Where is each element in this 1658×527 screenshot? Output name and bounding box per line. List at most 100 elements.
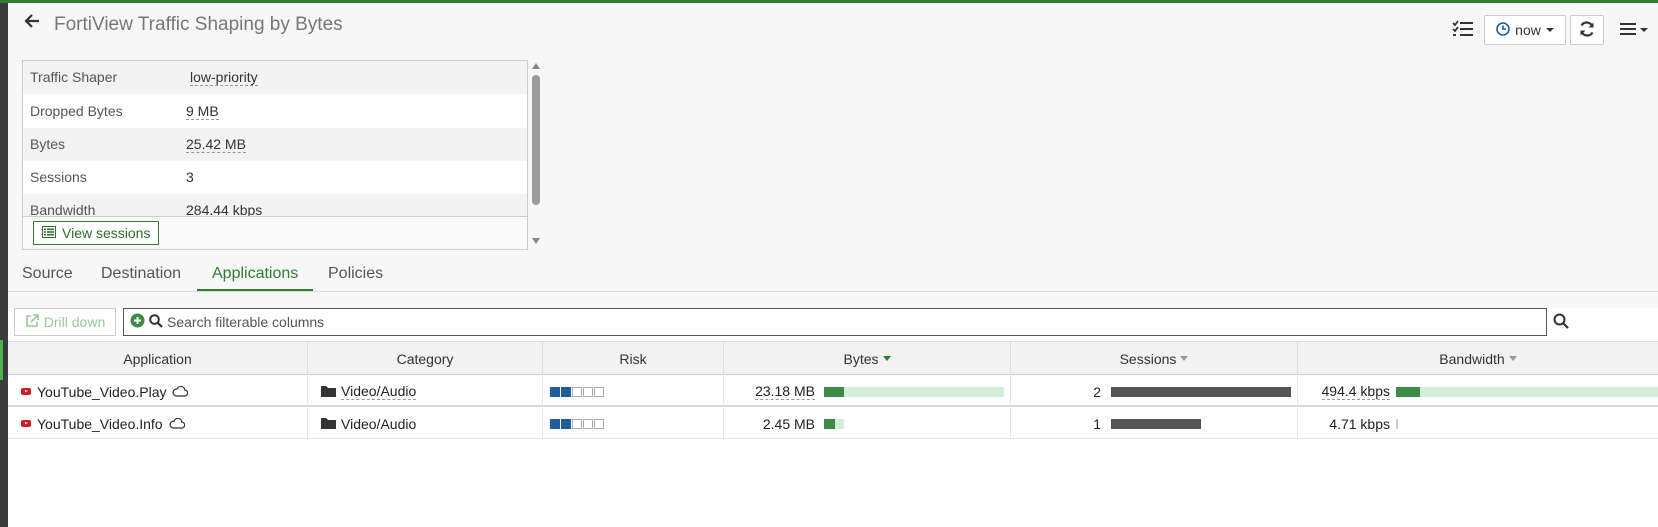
application-name: YouTube_Video.Info xyxy=(37,415,163,432)
checklist-icon xyxy=(1452,19,1474,41)
column-header-bandwidth[interactable]: Bandwidth xyxy=(1298,342,1658,375)
left-edge-panel xyxy=(0,3,8,527)
view-sessions-button[interactable]: View sessions xyxy=(33,221,160,245)
hamburger-icon xyxy=(1620,22,1636,39)
active-tab-indicator xyxy=(197,289,313,291)
search-input[interactable] xyxy=(167,314,1467,330)
sessions-bar xyxy=(1111,418,1201,429)
risk-level-box xyxy=(572,418,582,429)
summary-label: Traffic Shaper xyxy=(30,69,118,85)
cloud-icon xyxy=(172,384,189,400)
sort-icon xyxy=(1180,356,1189,361)
summary-scrollbar[interactable] xyxy=(530,63,542,247)
sort-icon xyxy=(1508,356,1517,361)
summary-row-bytes: Bytes 25.42 MB xyxy=(23,128,527,161)
external-link-icon xyxy=(25,313,39,331)
list-icon xyxy=(42,225,56,241)
page-header: FortiView Traffic Shaping by Bytes now xyxy=(8,3,1658,47)
cell-risk xyxy=(543,408,724,439)
column-header-bytes[interactable]: Bytes xyxy=(724,342,1011,375)
cell-bytes: 23.18 MB xyxy=(724,376,1011,407)
category-name: Video/Audio xyxy=(341,415,417,432)
search-submit-icon[interactable] xyxy=(1553,313,1569,332)
category-name: Video/Audio xyxy=(341,382,417,400)
bandwidth-bar xyxy=(1396,386,1658,397)
cell-bandwidth: 494.4 kbps xyxy=(1298,376,1658,407)
cell-category: Video/Audio xyxy=(308,376,543,407)
scroll-down-icon[interactable] xyxy=(532,238,540,244)
application-name: YouTube_Video.Play xyxy=(37,383,167,400)
risk-level-box xyxy=(550,418,560,429)
table-header: Application Category Risk Bytes Sessions… xyxy=(8,341,1658,375)
risk-level-box xyxy=(561,386,571,397)
cell-bytes: 2.45 MB xyxy=(724,408,1011,439)
youtube-icon xyxy=(21,388,31,395)
fortiview-page: FortiView Traffic Shaping by Bytes now T… xyxy=(8,3,1658,527)
options-menu-button[interactable] xyxy=(1614,15,1654,45)
summary-panel: Traffic Shaper low-priority Dropped Byte… xyxy=(22,60,528,250)
bytes-bar-fill xyxy=(824,386,844,397)
table-toolbar: Drill down xyxy=(8,306,1658,340)
drill-down-button[interactable]: Drill down xyxy=(14,308,116,336)
tab-policies[interactable]: Policies xyxy=(328,265,383,283)
summary-row-dropped-bytes: Dropped Bytes 9 MB xyxy=(23,95,527,128)
column-header-application[interactable]: Application xyxy=(8,342,308,375)
bandwidth-value: 494.4 kbps xyxy=(1321,382,1390,400)
refresh-button[interactable] xyxy=(1570,15,1604,45)
risk-level-box xyxy=(594,418,604,429)
page-title: FortiView Traffic Shaping by Bytes xyxy=(54,14,343,35)
bytes-bar-fill xyxy=(824,418,835,429)
summary-label: Sessions xyxy=(30,169,87,185)
table-row[interactable]: YouTube_Video.Play Video/Audio 23.18 MB xyxy=(8,376,1658,407)
cell-bandwidth: 4.71 kbps xyxy=(1298,408,1658,439)
bandwidth-value: 4.71 kbps xyxy=(1329,415,1390,432)
left-edge-marker xyxy=(0,340,3,380)
column-header-category[interactable]: Category xyxy=(308,342,543,375)
search-box[interactable] xyxy=(123,308,1547,336)
clock-icon xyxy=(1496,21,1510,39)
column-header-risk[interactable]: Risk xyxy=(543,342,724,375)
tab-bar: Source Destination Applications Policies xyxy=(8,258,1658,292)
column-header-label: Sessions xyxy=(1119,350,1177,367)
summary-value-link[interactable]: low-priority xyxy=(190,70,258,86)
back-arrow-icon[interactable] xyxy=(24,12,40,34)
chevron-down-icon xyxy=(1545,28,1554,32)
tab-destination[interactable]: Destination xyxy=(101,265,181,283)
cell-application: YouTube_Video.Play xyxy=(8,376,308,407)
view-sessions-label: View sessions xyxy=(62,225,151,241)
scroll-up-icon[interactable] xyxy=(532,63,540,69)
risk-level-box xyxy=(561,418,571,429)
risk-level-box xyxy=(583,418,593,429)
time-selector-label: now xyxy=(1515,22,1541,38)
risk-level-box xyxy=(583,386,593,397)
column-header-label: Application xyxy=(123,350,192,367)
sessions-value: 1 xyxy=(1093,415,1101,432)
cell-sessions: 2 xyxy=(1011,376,1298,407)
tab-source[interactable]: Source xyxy=(22,265,73,283)
table-row[interactable]: YouTube_Video.Info Video/Audio 2.45 MB 1… xyxy=(8,408,1658,439)
column-header-sessions[interactable]: Sessions xyxy=(1011,342,1298,375)
youtube-icon xyxy=(21,420,31,427)
cell-sessions: 1 xyxy=(1011,408,1298,439)
bandwidth-bar xyxy=(1396,418,1398,429)
cell-application: YouTube_Video.Info xyxy=(8,408,308,439)
summary-footer: View sessions xyxy=(23,216,527,249)
summary-label: Dropped Bytes xyxy=(30,103,123,119)
add-filter-icon[interactable] xyxy=(130,313,145,331)
scrollbar-thumb[interactable] xyxy=(532,75,540,205)
risk-level-box xyxy=(594,386,604,397)
risk-level-box xyxy=(550,386,560,397)
summary-value: 25.42 MB xyxy=(186,136,246,153)
tab-applications[interactable]: Applications xyxy=(212,265,298,283)
summary-value: 3 xyxy=(186,169,194,185)
cloud-icon xyxy=(169,416,185,432)
column-settings-button[interactable] xyxy=(1448,15,1478,45)
time-selector-dropdown[interactable]: now xyxy=(1484,15,1566,45)
summary-row-traffic-shaper: Traffic Shaper low-priority xyxy=(23,61,527,94)
search-icon xyxy=(149,313,163,331)
risk-indicator xyxy=(550,418,604,429)
sort-descending-icon xyxy=(882,356,891,361)
column-header-label: Bandwidth xyxy=(1439,350,1505,367)
refresh-icon xyxy=(1578,20,1596,41)
sessions-value: 2 xyxy=(1093,383,1101,400)
